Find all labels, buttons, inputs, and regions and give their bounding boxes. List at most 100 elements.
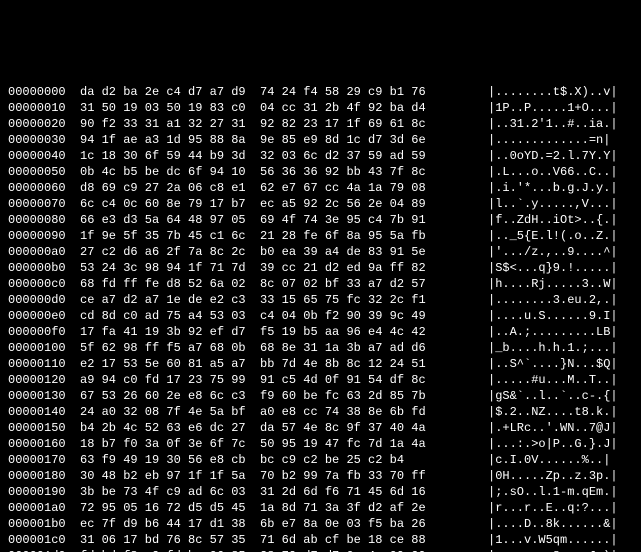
hex-row: 0000013067 53 26 60 2e e8 6c c3 f9 60 be…: [8, 388, 633, 404]
offset: 00000160: [8, 436, 80, 452]
offset: 000000c0: [8, 276, 80, 292]
hex-bytes: da d2 ba 2e c4 d7 a7 d9 74 24 f4 58 29 c…: [80, 84, 488, 100]
hex-row: 000000d0ce a7 d2 a7 1e de e2 c3 33 15 65…: [8, 292, 633, 308]
offset: 000000b0: [8, 260, 80, 276]
ascii: |..A.;.........LB|: [488, 324, 618, 340]
ascii: |........8r...J.)|: [488, 548, 618, 552]
offset: 00000130: [8, 388, 80, 404]
offset: 00000190: [8, 484, 80, 500]
hex-row: 0000008066 e3 d3 5a 64 48 97 05 69 4f 74…: [8, 212, 633, 228]
ascii: |;.sO..l.1-m.qEm.|: [488, 484, 618, 500]
offset: 00000080: [8, 212, 80, 228]
hex-row: 0000016018 b7 f0 3a 0f 3e 6f 7c 50 95 19…: [8, 436, 633, 452]
ascii: |c.I.0V......%..|: [488, 452, 610, 468]
offset: 00000060: [8, 180, 80, 196]
hex-bytes: 3b be 73 4f c9 ad 6c 03 31 2d 6d f6 71 4…: [80, 484, 488, 500]
ascii: |1P..P.....1+O...|: [488, 100, 618, 116]
hex-row: 000000c068 fd ff fe d8 52 6a 02 8c 07 02…: [8, 276, 633, 292]
hex-row: 000000e0cd 8d c0 ad 75 a4 53 03 c4 04 0b…: [8, 308, 633, 324]
offset: 000001d0: [8, 548, 80, 552]
hex-row: 0000018030 48 b2 eb 97 1f 1f 5a 70 b2 99…: [8, 468, 633, 484]
hex-bytes: 1c 18 30 6f 59 44 b9 3d 32 03 6c d2 37 5…: [80, 148, 488, 164]
ascii: |'.../z.,..9....^|: [488, 244, 618, 260]
hex-bytes: cd 8d c0 ad 75 a4 53 03 c4 04 0b f2 90 3…: [80, 308, 488, 324]
hex-bytes: e2 17 53 5e 60 81 a5 a7 bb 7d 4e 8b 8c 1…: [80, 356, 488, 372]
hex-bytes: 30 48 b2 eb 97 1f 1f 5a 70 b2 99 7a fb 3…: [80, 468, 488, 484]
ascii: |$.2..NZ....t8.k.|: [488, 404, 618, 420]
ascii: |........3.eu.2,.|: [488, 292, 618, 308]
hex-bytes: 68 fd ff fe d8 52 6a 02 8c 07 02 bf 33 a…: [80, 276, 488, 292]
hex-bytes: a9 94 c0 fd 17 23 75 99 91 c5 4d 0f 91 5…: [80, 372, 488, 388]
hex-bytes: b4 2b 4c 52 63 e6 dc 27 da 57 4e 8c 9f 3…: [80, 420, 488, 436]
hex-row: 000000706c c4 0c 60 8e 79 17 b7 ec a5 92…: [8, 196, 633, 212]
hex-bytes: 6c c4 0c 60 8e 79 17 b7 ec a5 92 2c 56 2…: [80, 196, 488, 212]
hex-row: 0000003094 1f ae a3 1d 95 88 8a 9e 85 e9…: [8, 132, 633, 148]
hex-bytes: 94 1f ae a3 1d 95 88 8a 9e 85 e9 8d 1c d…: [80, 132, 488, 148]
ascii: |1...v.W5qm......|: [488, 532, 618, 548]
hex-row: 0000002090 f2 33 31 a1 32 27 31 92 82 23…: [8, 116, 633, 132]
hex-bytes: 72 95 05 16 72 d5 d5 45 1a 8d 71 3a 3f d…: [80, 500, 488, 516]
hex-row: 0000001031 50 19 03 50 19 83 c0 04 cc 31…: [8, 100, 633, 116]
hex-bytes: 63 f9 49 19 30 56 e8 cb bc c9 c2 be 25 c…: [80, 452, 488, 468]
ascii: |........t$.X)..v|: [488, 84, 618, 100]
offset: 00000020: [8, 116, 80, 132]
hex-row: 000001903b be 73 4f c9 ad 6c 03 31 2d 6d…: [8, 484, 633, 500]
ascii: |_b....h.h.1.;...|: [488, 340, 618, 356]
ascii: |gS&`..l..`..c-.{|: [488, 388, 618, 404]
ascii: |h....Rj.....3..W|: [488, 276, 618, 292]
hex-bytes: 17 fa 41 19 3b 92 ef d7 f5 19 b5 aa 96 e…: [80, 324, 488, 340]
offset: 00000050: [8, 164, 80, 180]
hex-row: 0000014024 a0 32 08 7f 4e 5a bf a0 e8 cc…: [8, 404, 633, 420]
hex-bytes: ce a7 d2 a7 1e de e2 c3 33 15 65 75 fc 3…: [80, 292, 488, 308]
ascii: |.....#u...M..T..|: [488, 372, 618, 388]
hex-bytes: 31 50 19 03 50 19 83 c0 04 cc 31 2b 4f 9…: [80, 100, 488, 116]
hex-row: 00000000da d2 ba 2e c4 d7 a7 d9 74 24 f4…: [8, 84, 633, 100]
ascii: |f..ZdH..iOt>..{.|: [488, 212, 618, 228]
ascii: |..31.2'1..#..ia.|: [488, 116, 618, 132]
offset: 00000000: [8, 84, 80, 100]
offset: 00000170: [8, 452, 80, 468]
hex-bytes: 90 f2 33 31 a1 32 27 31 92 82 23 17 1f 6…: [80, 116, 488, 132]
offset: 00000140: [8, 404, 80, 420]
offset: 000000f0: [8, 324, 80, 340]
ascii: |r...r..E..q:?...|: [488, 500, 618, 516]
ascii: |.L...o..V66..C..|: [488, 164, 618, 180]
offset: 00000090: [8, 228, 80, 244]
hex-row: 000000a027 c2 d6 a6 2f 7a 8c 2c b0 ea 39…: [8, 244, 633, 260]
offset: 00000030: [8, 132, 80, 148]
hex-row: 000001b0ec 7f d9 b6 44 17 d1 38 6b e7 8a…: [8, 516, 633, 532]
offset: 000000d0: [8, 292, 80, 308]
hex-bytes: 24 a0 32 08 7f 4e 5a bf a0 e8 cc 74 38 8…: [80, 404, 488, 420]
hex-row: 000001a072 95 05 16 72 d5 d5 45 1a 8d 71…: [8, 500, 633, 516]
hex-row: 00000120a9 94 c0 fd 17 23 75 99 91 c5 4d…: [8, 372, 633, 388]
hex-row: 00000060d8 69 c9 27 2a 06 c8 e1 62 e7 67…: [8, 180, 633, 196]
ascii: |...:.>o|P..G.}.J|: [488, 436, 618, 452]
hex-bytes: 0b 4c b5 be dc 6f 94 10 56 36 36 92 bb 4…: [80, 164, 488, 180]
hex-bytes: 31 06 17 bd 76 8c 57 35 71 6d ab cf be 1…: [80, 532, 488, 548]
ascii: |.i.'*...b.g.J.y.|: [488, 180, 618, 196]
hex-row: 000001005f 62 98 ff f5 a7 68 0b 68 8e 31…: [8, 340, 633, 356]
offset: 000001c0: [8, 532, 80, 548]
offset: 00000100: [8, 340, 80, 356]
hex-bytes: fd bd f8 a2 fd be 06 85 38 72 d7 d7 0c 4…: [80, 548, 488, 552]
hex-row: 000000401c 18 30 6f 59 44 b9 3d 32 03 6c…: [8, 148, 633, 164]
hex-row: 000001d0fd bd f8 a2 fd be 06 85 38 72 d7…: [8, 548, 633, 552]
hex-row: 0000017063 f9 49 19 30 56 e8 cb bc c9 c2…: [8, 452, 633, 468]
offset: 00000180: [8, 468, 80, 484]
offset: 00000010: [8, 100, 80, 116]
ascii: |l..`.y.....,V...|: [488, 196, 618, 212]
hex-bytes: 1f 9e 5f 35 7b 45 c1 6c 21 28 fe 6f 8a 9…: [80, 228, 488, 244]
hex-row: 00000110e2 17 53 5e 60 81 a5 a7 bb 7d 4e…: [8, 356, 633, 372]
offset: 000001a0: [8, 500, 80, 516]
hex-row: 00000150b4 2b 4c 52 63 e6 dc 27 da 57 4e…: [8, 420, 633, 436]
ascii: |..0oYD.=2.l.7Y.Y|: [488, 148, 618, 164]
ascii: |..S^`....}N...$Q|: [488, 356, 618, 372]
offset: 00000120: [8, 372, 80, 388]
ascii: |....D..8k......&|: [488, 516, 618, 532]
hex-bytes: 66 e3 d3 5a 64 48 97 05 69 4f 74 3e 95 c…: [80, 212, 488, 228]
offset: 000000a0: [8, 244, 80, 260]
offset: 00000150: [8, 420, 80, 436]
offset: 000001b0: [8, 516, 80, 532]
offset: 00000070: [8, 196, 80, 212]
hex-bytes: 5f 62 98 ff f5 a7 68 0b 68 8e 31 1a 3b a…: [80, 340, 488, 356]
